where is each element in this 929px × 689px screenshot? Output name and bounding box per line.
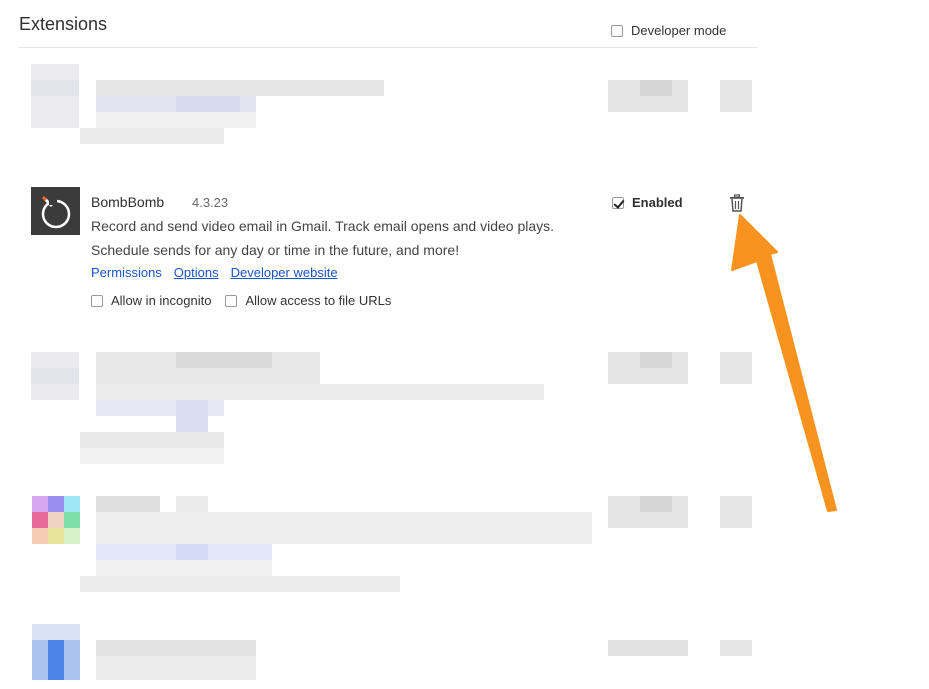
enabled-toggle[interactable]: Enabled: [612, 195, 683, 210]
developer-mode-toggle[interactable]: Developer mode: [611, 23, 726, 38]
orange-arrow-icon: [720, 205, 850, 525]
allow-incognito-label: Allow in incognito: [111, 293, 212, 308]
enabled-checkbox[interactable]: [612, 196, 624, 209]
extension-version: 4.3.23: [192, 195, 229, 210]
developer-website-link[interactable]: Developer website: [231, 265, 338, 280]
developer-mode-label: Developer mode: [631, 23, 727, 38]
extension-name: BombBomb: [91, 194, 165, 210]
extension-links: Permissions Options Developer website: [91, 265, 338, 280]
allow-incognito-toggle[interactable]: Allow in incognito: [91, 293, 211, 308]
allow-file-urls-checkbox[interactable]: [225, 294, 238, 307]
enabled-label: Enabled: [632, 195, 683, 210]
page-title: Extensions: [19, 14, 108, 34]
extension-description: Record and send video email in Gmail. Tr…: [91, 218, 555, 258]
allow-incognito-checkbox[interactable]: [91, 294, 103, 307]
developer-mode-checkbox[interactable]: [611, 24, 623, 37]
header-divider: [19, 47, 757, 48]
allow-file-urls-label: Allow access to file URLs: [245, 293, 392, 308]
options-link[interactable]: Options: [174, 265, 219, 280]
allow-file-urls-toggle[interactable]: Allow access to file URLs: [225, 293, 391, 308]
extension-options: Allow in incognito Allow access to file …: [91, 293, 391, 308]
permissions-link[interactable]: Permissions: [91, 265, 162, 280]
bombbomb-logo-icon: [31, 187, 80, 235]
